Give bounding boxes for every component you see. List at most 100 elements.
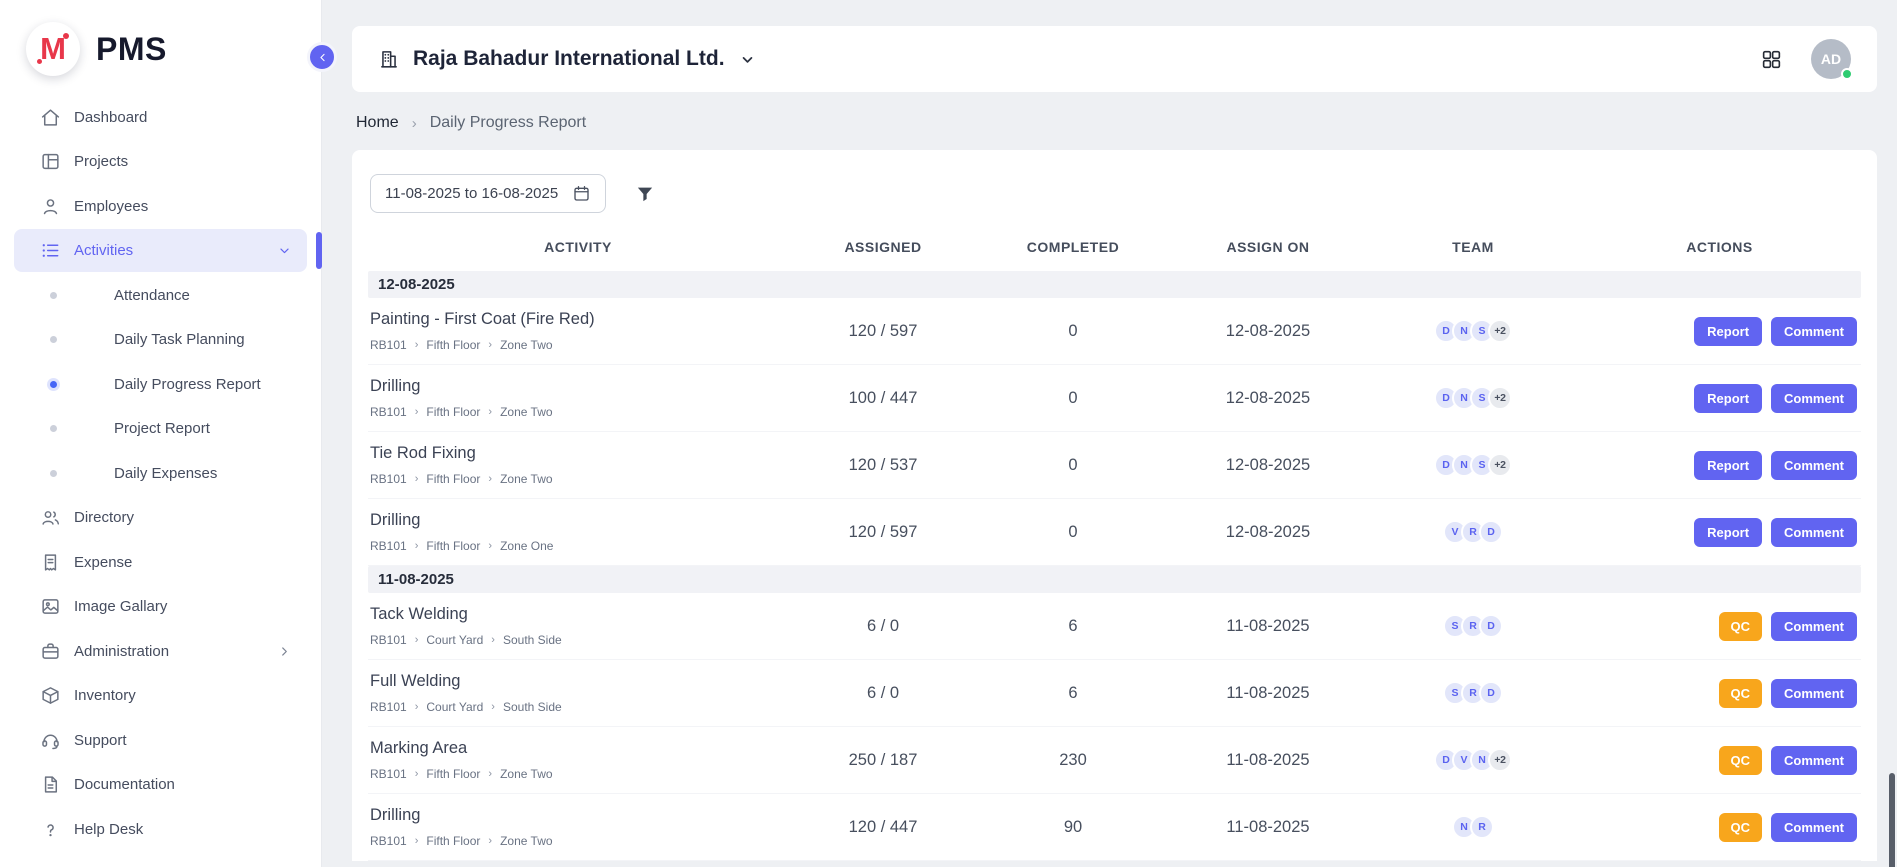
sidebar-item-employees[interactable]: Employees — [14, 185, 307, 228]
activity-name[interactable]: Painting - First Coat (Fire Red) — [370, 310, 788, 329]
path-segment: Fifth Floor — [426, 338, 480, 352]
table-row: DrillingRB101›Fifth Floor›Zone Two120 / … — [368, 794, 1861, 861]
team-avatar[interactable]: R — [1470, 815, 1494, 839]
path-chevron-icon: › — [415, 768, 419, 780]
team-extra-count[interactable]: +2 — [1488, 453, 1512, 477]
sidebar-item-label: Documentation — [74, 774, 175, 795]
activity-name[interactable]: Drilling — [370, 511, 788, 530]
team-avatar[interactable]: D — [1479, 681, 1503, 705]
sidebar-subitem-daily-task-planning[interactable]: Daily Task Planning — [14, 318, 307, 361]
team-extra-count[interactable]: +2 — [1488, 386, 1512, 410]
path-chevron-icon: › — [488, 835, 492, 847]
comment-button[interactable]: Comment — [1771, 518, 1857, 547]
report-button[interactable]: Report — [1694, 317, 1762, 346]
actions-cell: QC Comment — [1578, 746, 1861, 775]
calendar-icon — [572, 184, 591, 203]
sidebar-item-directory[interactable]: Directory — [14, 496, 307, 539]
activity-name[interactable]: Marking Area — [370, 739, 788, 758]
completed-value: 0 — [978, 322, 1168, 341]
team-avatar[interactable]: D — [1479, 520, 1503, 544]
filter-icon[interactable] — [634, 183, 656, 205]
sidebar-item-image-gallary[interactable]: Image Gallary — [14, 585, 307, 628]
comment-button[interactable]: Comment — [1771, 451, 1857, 480]
chevron-down-icon — [738, 50, 757, 69]
path-chevron-icon: › — [488, 473, 492, 485]
sidebar-item-activities[interactable]: Activities — [14, 229, 307, 272]
qc-button[interactable]: QC — [1719, 746, 1763, 775]
path-segment: RB101 — [370, 767, 407, 781]
comment-button[interactable]: Comment — [1771, 612, 1857, 641]
sidebar-subitem-project-report[interactable]: Project Report — [14, 407, 307, 450]
sidebar-item-dashboard[interactable]: Dashboard — [14, 96, 307, 139]
sidebar-item-label: Administration — [74, 641, 169, 662]
breadcrumb-home[interactable]: Home — [356, 114, 399, 132]
report-button[interactable]: Report — [1694, 451, 1762, 480]
user-avatar[interactable]: AD — [1811, 39, 1851, 79]
team-extra-count[interactable]: +2 — [1488, 748, 1512, 772]
logo-letter: M — [40, 31, 66, 67]
actions-cell: Report Comment — [1578, 451, 1861, 480]
sidebar-item-support[interactable]: Support — [14, 719, 307, 762]
actions-cell: Report Comment — [1578, 317, 1861, 346]
bullet-dot-icon — [50, 425, 57, 432]
sidebar-item-help-desk[interactable]: Help Desk — [14, 808, 307, 851]
report-button[interactable]: Report — [1694, 518, 1762, 547]
path-segment: Zone Two — [500, 472, 552, 486]
table-row: Full WeldingRB101›Court Yard›South Side6… — [368, 660, 1861, 727]
support-icon — [40, 730, 61, 751]
completed-value: 230 — [978, 751, 1168, 770]
comment-button[interactable]: Comment — [1771, 746, 1857, 775]
activity-name[interactable]: Tack Welding — [370, 605, 788, 624]
app-title: PMS — [96, 31, 167, 68]
team-avatar[interactable]: D — [1479, 614, 1503, 638]
sidebar-item-inventory[interactable]: Inventory — [14, 674, 307, 717]
assigned-value: 120 / 597 — [788, 523, 978, 542]
activity-cell: Marking AreaRB101›Fifth Floor›Zone Two — [368, 739, 788, 781]
comment-button[interactable]: Comment — [1771, 317, 1857, 346]
column-header-assigned: ASSIGNED — [788, 239, 978, 255]
sidebar-item-expense[interactable]: Expense — [14, 541, 307, 584]
qc-button[interactable]: QC — [1719, 612, 1763, 641]
team-avatars: DNS+2 — [1368, 453, 1578, 477]
sidebar-item-documentation[interactable]: Documentation — [14, 763, 307, 806]
sidebar-item-label: Support — [74, 730, 127, 751]
activity-name[interactable]: Drilling — [370, 377, 788, 396]
sidebar-subitem-attendance[interactable]: Attendance — [14, 274, 307, 317]
completed-value: 90 — [978, 818, 1168, 837]
activity-name[interactable]: Drilling — [370, 806, 788, 825]
bullet-dot-icon — [50, 470, 57, 477]
report-button[interactable]: Report — [1694, 384, 1762, 413]
path-chevron-icon: › — [488, 339, 492, 351]
activity-cell: DrillingRB101›Fifth Floor›Zone One — [368, 511, 788, 553]
table-body: 12-08-2025Painting - First Coat (Fire Re… — [368, 271, 1861, 861]
activity-name[interactable]: Full Welding — [370, 672, 788, 691]
activity-path: RB101›Fifth Floor›Zone Two — [370, 472, 788, 486]
assigned-value: 100 / 447 — [788, 389, 978, 408]
activity-name[interactable]: Tie Rod Fixing — [370, 444, 788, 463]
sidebar-subitem-label: Daily Task Planning — [114, 329, 245, 350]
chevron-left-icon — [315, 50, 330, 65]
sidebar-item-projects[interactable]: Projects — [14, 140, 307, 183]
qc-button[interactable]: QC — [1719, 813, 1763, 842]
company-selector[interactable]: Raja Bahadur International Ltd. — [378, 47, 757, 71]
assigned-value: 6 / 0 — [788, 617, 978, 636]
sidebar-subitem-daily-expenses[interactable]: Daily Expenses — [14, 452, 307, 495]
vertical-scrollbar[interactable] — [1889, 773, 1895, 867]
path-segment: Fifth Floor — [426, 834, 480, 848]
comment-button[interactable]: Comment — [1771, 679, 1857, 708]
qc-button[interactable]: QC — [1719, 679, 1763, 708]
sidebar-subitem-daily-progress-report[interactable]: Daily Progress Report — [14, 363, 307, 406]
activity-path: RB101›Fifth Floor›Zone Two — [370, 338, 788, 352]
comment-button[interactable]: Comment — [1771, 813, 1857, 842]
path-chevron-icon: › — [488, 768, 492, 780]
sidebar-item-administration[interactable]: Administration — [14, 630, 307, 673]
sidebar-item-label: Help Desk — [74, 819, 143, 840]
sidebar-collapse-button[interactable] — [307, 42, 337, 72]
apps-grid-icon[interactable] — [1760, 48, 1783, 71]
bullet-dot-icon — [50, 336, 57, 343]
chevron-down-icon — [276, 242, 293, 259]
team-extra-count[interactable]: +2 — [1488, 319, 1512, 343]
date-range-input[interactable]: 11-08-2025 to 16-08-2025 — [370, 174, 606, 213]
date-range-value: 11-08-2025 to 16-08-2025 — [385, 185, 558, 202]
comment-button[interactable]: Comment — [1771, 384, 1857, 413]
